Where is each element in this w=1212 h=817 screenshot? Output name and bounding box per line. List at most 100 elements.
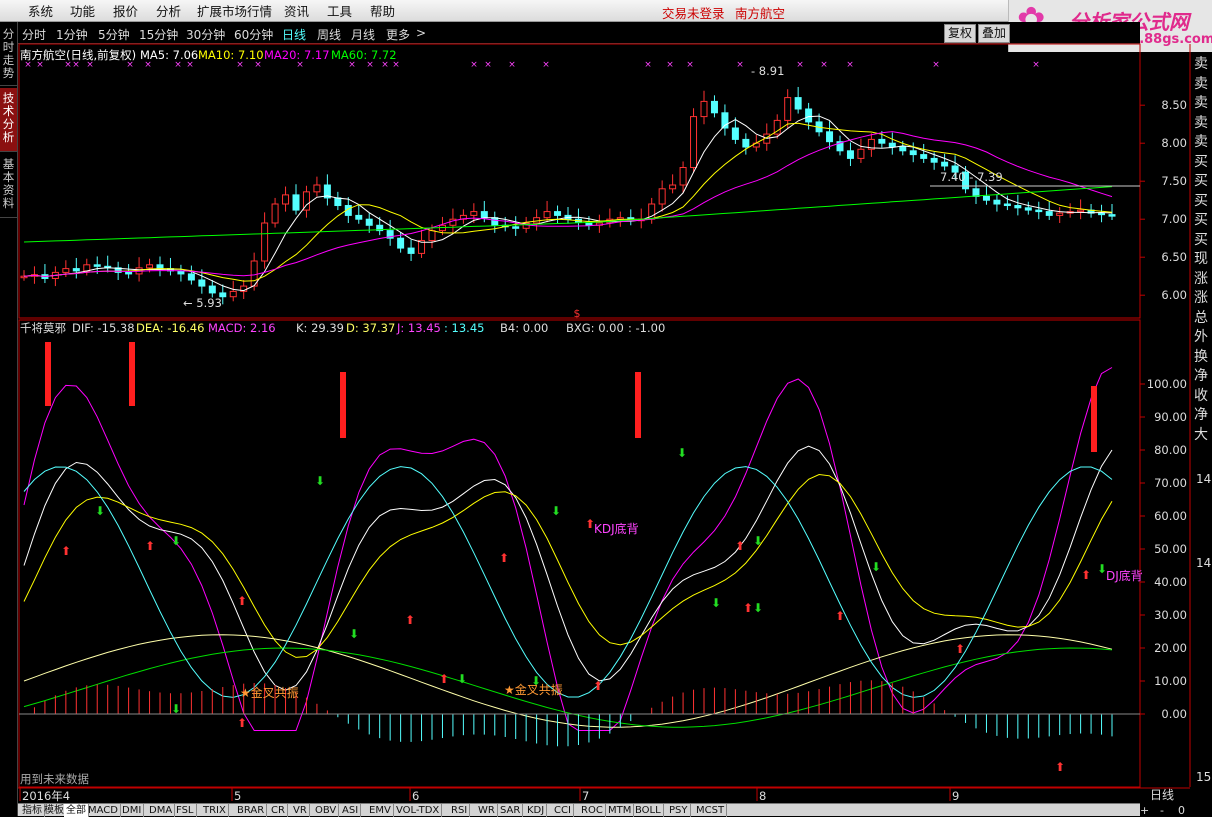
- signal-marker: ×: [846, 60, 854, 70]
- indicator-tick-label: 90.00: [1154, 410, 1187, 424]
- candle-body: [261, 222, 269, 262]
- indicator-tab[interactable]: VOL-TDX: [394, 804, 443, 817]
- indicator-name: 千将莫邪: [20, 321, 66, 335]
- indicator-tab[interactable]: KDJ: [525, 804, 548, 817]
- indicator-tab[interactable]: DMA: [147, 804, 176, 817]
- bxg-value: BXG: 0.00: [566, 321, 624, 335]
- chart-canvas[interactable]: 南方航空(日线,前复权) MA5: 7.06 MA10: 7.10 MA20: 7.1…: [0, 0, 1212, 816]
- indicator-tab[interactable]: CCI: [552, 804, 574, 817]
- b4-value: B4: 0.00: [500, 321, 548, 335]
- candle-body: [397, 237, 405, 249]
- indicator-tab[interactable]: SAR: [498, 804, 524, 817]
- signal-marker: ×: [796, 60, 804, 70]
- candle-body: [156, 264, 164, 270]
- zoom-control-button[interactable]: -: [1160, 804, 1164, 817]
- indicator-tab[interactable]: ASI: [340, 804, 362, 817]
- sell-arrow-icon: ⬇: [171, 534, 181, 548]
- price-tick-label: 6.00: [1161, 288, 1187, 302]
- indicator-tab[interactable]: BOLL: [633, 804, 664, 817]
- indicator-tick-label: 40.00: [1154, 575, 1187, 589]
- indicator-tab[interactable]: MACD: [86, 804, 121, 817]
- price-tick-label: 8.50: [1161, 98, 1187, 112]
- indicator-tab[interactable]: FSL: [174, 804, 197, 817]
- signal-marker: ×: [932, 60, 940, 70]
- candle-body: [784, 97, 792, 121]
- candle-body: [512, 226, 520, 229]
- indicator-tab[interactable]: EMV: [367, 804, 394, 817]
- signal-bar: [635, 372, 641, 438]
- indicator-tick-label: 10.00: [1154, 674, 1187, 688]
- right-info-number: 14: [1196, 472, 1212, 486]
- indicator-tick-label: 30.00: [1154, 608, 1187, 622]
- indicator-tick-label: 50.00: [1154, 542, 1187, 556]
- buy-arrow-icon: ⬆: [237, 716, 247, 730]
- candle-body: [470, 211, 478, 216]
- candle-body: [428, 230, 436, 241]
- indicator-tab[interactable]: VR: [291, 804, 310, 817]
- date-label: 9: [952, 789, 959, 803]
- price-tick-label: 6.50: [1161, 250, 1187, 264]
- candle-body: [83, 264, 91, 272]
- signal-marker: ×: [254, 60, 262, 70]
- buy-arrow-icon: ⬆: [237, 594, 247, 608]
- d-line: [23, 473, 1113, 658]
- indicator-tab[interactable]: MTM: [606, 804, 635, 817]
- candle-body: [846, 150, 854, 159]
- signal-marker: ×: [366, 60, 374, 70]
- kdj-divergence-label-2: DJ底背: [1106, 568, 1143, 583]
- signal-marker: ×: [686, 60, 694, 70]
- macd-value: MACD: 2.16: [208, 321, 276, 335]
- sell-arrow-icon: ⬇: [551, 504, 561, 518]
- sell-arrow-icon: ⬇: [753, 601, 763, 615]
- signal-marker: ×: [64, 60, 72, 70]
- indicator-tab[interactable]: CR: [269, 804, 288, 817]
- candle-body: [878, 138, 886, 144]
- candle-body: [1098, 212, 1106, 216]
- kdj-divergence-label: KDJ底背: [594, 521, 639, 536]
- d-value: D: 37.37: [346, 321, 395, 335]
- indicator-tab[interactable]: ROC: [579, 804, 606, 817]
- candle-body: [1077, 209, 1085, 213]
- candle-body: [72, 268, 80, 272]
- sell-arrow-icon: ⬇: [315, 474, 325, 488]
- indicator-tab[interactable]: TRIX: [201, 804, 229, 817]
- date-label: 8: [759, 789, 766, 803]
- candle-body: [543, 211, 551, 219]
- right-info-label: 卖: [1194, 114, 1208, 131]
- right-info-label: 卖: [1194, 56, 1208, 72]
- zoom-control-button[interactable]: 0: [1178, 804, 1185, 817]
- right-info-label: 买: [1194, 153, 1208, 170]
- right-info-label: 涨: [1194, 270, 1208, 287]
- candle-body: [480, 211, 488, 219]
- indicator-tab[interactable]: MCST: [694, 804, 728, 817]
- candle-body: [282, 194, 290, 205]
- date-label: 2016年4: [22, 789, 70, 803]
- right-info-label: 总: [1194, 309, 1208, 326]
- zoom-control-button[interactable]: +: [1140, 804, 1149, 817]
- candle-body: [690, 116, 698, 169]
- candle-body: [710, 100, 718, 114]
- candle-body: [1108, 214, 1116, 217]
- signal-marker: ×: [126, 60, 134, 70]
- signal-marker: ×: [542, 60, 550, 70]
- signal-marker: ×: [36, 60, 44, 70]
- right-info-label: 买: [1194, 212, 1208, 228]
- candle-body: [982, 195, 990, 201]
- candle-body: [1035, 209, 1043, 213]
- indicator-tab[interactable]: WR: [476, 804, 498, 817]
- candle-body: [1045, 211, 1053, 216]
- indicator-tab[interactable]: DMI: [120, 804, 145, 817]
- candle-body: [826, 131, 834, 143]
- indicator-tab[interactable]: RSI: [449, 804, 471, 817]
- indicator-tab[interactable]: PSY: [667, 804, 691, 817]
- indicator-tab[interactable]: BRAR: [235, 804, 268, 817]
- buy-arrow-icon: ⬆: [439, 672, 449, 686]
- candle-body: [292, 194, 300, 211]
- j-value: J: 13.45: [396, 321, 441, 335]
- indicator-tab[interactable]: OBV: [313, 804, 340, 817]
- candle-body: [1056, 212, 1064, 216]
- signal-marker: ×: [86, 60, 94, 70]
- signal-marker: ×: [236, 60, 244, 70]
- candle-body: [334, 197, 342, 207]
- buy-arrow-icon: ⬆: [499, 551, 509, 565]
